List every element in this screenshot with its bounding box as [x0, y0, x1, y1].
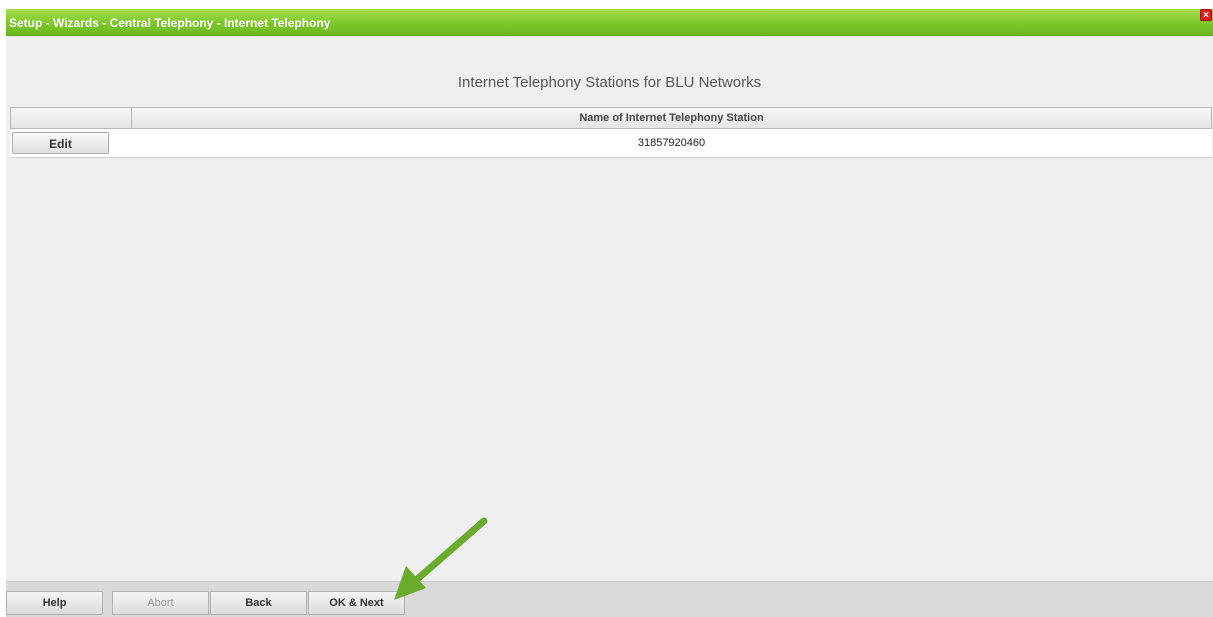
close-icon[interactable]: ×: [1200, 9, 1212, 21]
stations-table: Name of Internet Telephony Station Edit …: [10, 107, 1212, 158]
abort-button[interactable]: Abort: [112, 591, 209, 615]
edit-button[interactable]: Edit: [12, 132, 109, 154]
window-title: Setup - Wizards - Central Telephony - In…: [9, 16, 331, 30]
page-title: Internet Telephony Stations for BLU Netw…: [457, 74, 762, 91]
help-button[interactable]: Help: [6, 591, 103, 615]
table-header: Name of Internet Telephony Station: [10, 107, 1212, 129]
table-header-action-column: [11, 108, 132, 128]
wizard-window: Setup - Wizards - Central Telephony - In…: [6, 9, 1213, 617]
table-row: Edit 31857920460: [10, 129, 1212, 158]
arrow-pointer-icon: [394, 517, 488, 600]
wizard-footer: Help Abort Back OK & Next: [6, 581, 1213, 617]
back-button[interactable]: Back: [210, 591, 307, 615]
table-header-name-column: Name of Internet Telephony Station: [579, 112, 764, 124]
title-bar: Setup - Wizards - Central Telephony - In…: [6, 9, 1213, 36]
station-name-cell: 31857920460: [637, 137, 706, 149]
